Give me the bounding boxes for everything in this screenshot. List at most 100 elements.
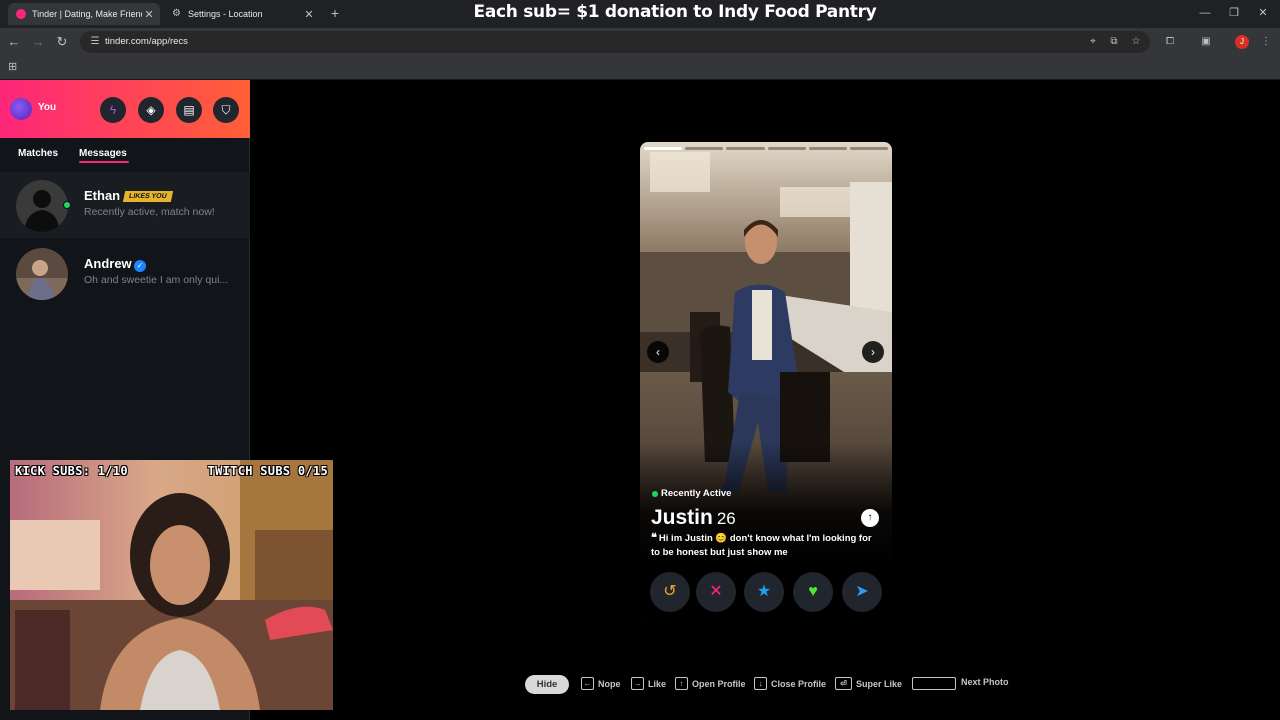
active-dot-icon [652, 490, 658, 497]
photo-progress-segment[interactable] [726, 147, 765, 150]
left-arrow-key-icon: ← [581, 677, 594, 690]
name-age-line: Justin 26 [651, 506, 736, 530]
avatar [16, 180, 68, 232]
new-tab-button[interactable]: + [328, 5, 342, 21]
site-info-icon[interactable]: ☰ [88, 35, 102, 49]
browser-toolbar: ← → ↻ ☰ tinder.com/app/recs ⌖ ⧉ ☆ ⧠ ▣ J … [0, 28, 1280, 56]
install-app-icon[interactable]: ⧉ [1107, 35, 1121, 49]
hint-next-photo: Next Photo [961, 677, 1009, 687]
close-tab-icon[interactable]: ✕ [302, 8, 316, 21]
explore-icon[interactable]: ◈ [138, 97, 164, 123]
space-key-icon [912, 677, 956, 690]
hint-nope: ← Nope [581, 677, 621, 690]
bookmarks-bar: ⊞ [0, 56, 1280, 80]
minimize-icon[interactable]: — [1198, 6, 1212, 20]
status-text: Recently Active [661, 488, 732, 499]
profile-card[interactable]: ‹ › Recently Active Justin 26 ↑ ❝ Hi im Ju… [640, 142, 892, 620]
enter-key-icon: ⏎ [835, 677, 852, 690]
right-arrow-key-icon: → [631, 677, 644, 690]
bio-text: Hi im Justin 😊 don't know what I'm looki… [651, 533, 872, 558]
recently-active-status: Recently Active [652, 488, 731, 499]
profile-bio: ❝ Hi im Justin 😊 don't know what I'm look… [651, 532, 883, 559]
previous-photo-arrow-icon[interactable]: ‹ [647, 341, 669, 363]
photo-progress-segment[interactable] [644, 147, 683, 150]
address-bar[interactable]: ☰ tinder.com/app/recs ⌖ ⧉ ☆ [80, 31, 1150, 53]
photo-progress-segment[interactable] [849, 147, 889, 150]
restore-icon[interactable]: ❐ [1227, 6, 1241, 20]
hint-super-like: ⏎ Super Like [835, 677, 902, 690]
streamer-webcam: KICK SUBS: 1/10 TWITCH SUBS 0/15 [10, 460, 333, 710]
next-photo-arrow-icon[interactable]: › [862, 341, 884, 363]
conversation-andrew[interactable]: Andrew Oh and sweetie I am only qui... [0, 240, 250, 306]
your-profile-label[interactable]: You [38, 102, 56, 113]
side-panel-icon[interactable]: ▣ [1199, 35, 1213, 49]
down-arrow-key-icon: ↓ [754, 677, 767, 690]
hint-label: Super Like [856, 678, 903, 689]
likes-you-badge: LIKES YOU [122, 191, 173, 202]
tab-settings-location[interactable]: ⚙ Settings - Location ✕ [164, 3, 320, 25]
gear-icon: ⚙ [172, 8, 181, 19]
quote-icon: ❝ [651, 532, 657, 544]
extensions-icon[interactable]: ⧠ [1163, 35, 1177, 49]
sidebar-header: You ϟ ◈ ▤ ⛉ [0, 80, 250, 138]
webcam-feed [10, 460, 333, 710]
profile-avatar[interactable]: J [1235, 35, 1249, 49]
location-pin-icon[interactable]: ⌖ [1086, 35, 1100, 49]
hint-like: → Like [631, 677, 666, 690]
shield-icon[interactable]: ⛉ [213, 97, 239, 123]
online-status-dot [63, 201, 71, 209]
avatar [16, 248, 68, 300]
open-profile-button[interactable]: ↑ [861, 509, 879, 527]
menu-kebab-icon[interactable]: ⋮ [1259, 35, 1273, 49]
verified-badge-icon: ✓ [134, 260, 146, 272]
tab-matches[interactable]: Matches [18, 148, 58, 159]
photo-progress-segment[interactable] [808, 147, 847, 150]
twitch-subs-counter: TWITCH SUBS 0/15 [207, 464, 328, 478]
hint-label: Nope [598, 678, 621, 689]
hint-open-profile: ↑ Open Profile [675, 677, 746, 690]
back-icon[interactable]: ← [6, 34, 22, 50]
hint-close-profile: ↓ Close Profile [754, 677, 826, 690]
briefcase-icon[interactable]: ▤ [176, 97, 202, 123]
photo-progress-bar [644, 147, 889, 150]
conversation-snippet: Oh and sweetie I am only qui... [84, 274, 229, 286]
conversation-name: Ethan [84, 188, 121, 203]
stream-banner: Each sub= $1 donation to Indy Food Pantr… [473, 2, 877, 22]
hint-label: Close Profile [771, 678, 827, 689]
close-tab-icon[interactable]: ✕ [142, 8, 156, 21]
bookmark-star-icon[interactable]: ☆ [1129, 35, 1143, 49]
tab-tinder[interactable]: Tinder | Dating, Make Friends & ✕ [8, 3, 160, 25]
browser-chrome: Tinder | Dating, Make Friends & ✕ ⚙ Sett… [0, 0, 1280, 80]
kick-subs-counter: KICK SUBS: 1/10 [15, 464, 128, 478]
conversation-name: Andrew [84, 256, 132, 271]
conversation-snippet: Recently active, match now! [84, 206, 215, 218]
window-close-icon[interactable]: ✕ [1256, 6, 1270, 20]
nope-button[interactable]: ✕ [696, 572, 736, 612]
profile-age: 26 [716, 509, 736, 528]
like-button[interactable]: ♥ [793, 572, 833, 612]
boost-icon[interactable]: ϟ [100, 97, 126, 123]
hint-label: Like [648, 678, 667, 689]
conversation-ethan[interactable]: Ethan Recently active, match now! [0, 172, 250, 238]
boost-button[interactable]: ➤ [842, 572, 882, 612]
hint-label: Open Profile [692, 678, 746, 689]
photo-progress-segment[interactable] [685, 147, 724, 150]
forward-icon[interactable]: → [30, 34, 46, 50]
url-text[interactable]: tinder.com/app/recs [105, 31, 188, 53]
tab-title: Settings - Location [188, 9, 263, 19]
your-avatar[interactable] [10, 98, 32, 120]
tab-strip: Tinder | Dating, Make Friends & ✕ ⚙ Sett… [0, 0, 1280, 28]
hint-label: Next Photo [961, 677, 1009, 687]
apps-grid-icon[interactable]: ⊞ [8, 61, 20, 73]
profile-name: Justin [651, 506, 713, 529]
photo-progress-segment[interactable] [767, 147, 806, 150]
tab-messages[interactable]: Messages [79, 148, 127, 159]
active-tab-indicator [79, 161, 129, 163]
reload-icon[interactable]: ↻ [54, 34, 70, 50]
rewind-button[interactable]: ↺ [650, 572, 690, 612]
tab-title: Tinder | Dating, Make Friends & [32, 9, 142, 19]
hide-hints-button[interactable]: Hide [525, 675, 569, 694]
tinder-favicon-icon [16, 9, 26, 19]
up-arrow-key-icon: ↑ [675, 677, 688, 690]
super-like-button[interactable]: ★ [744, 572, 784, 612]
